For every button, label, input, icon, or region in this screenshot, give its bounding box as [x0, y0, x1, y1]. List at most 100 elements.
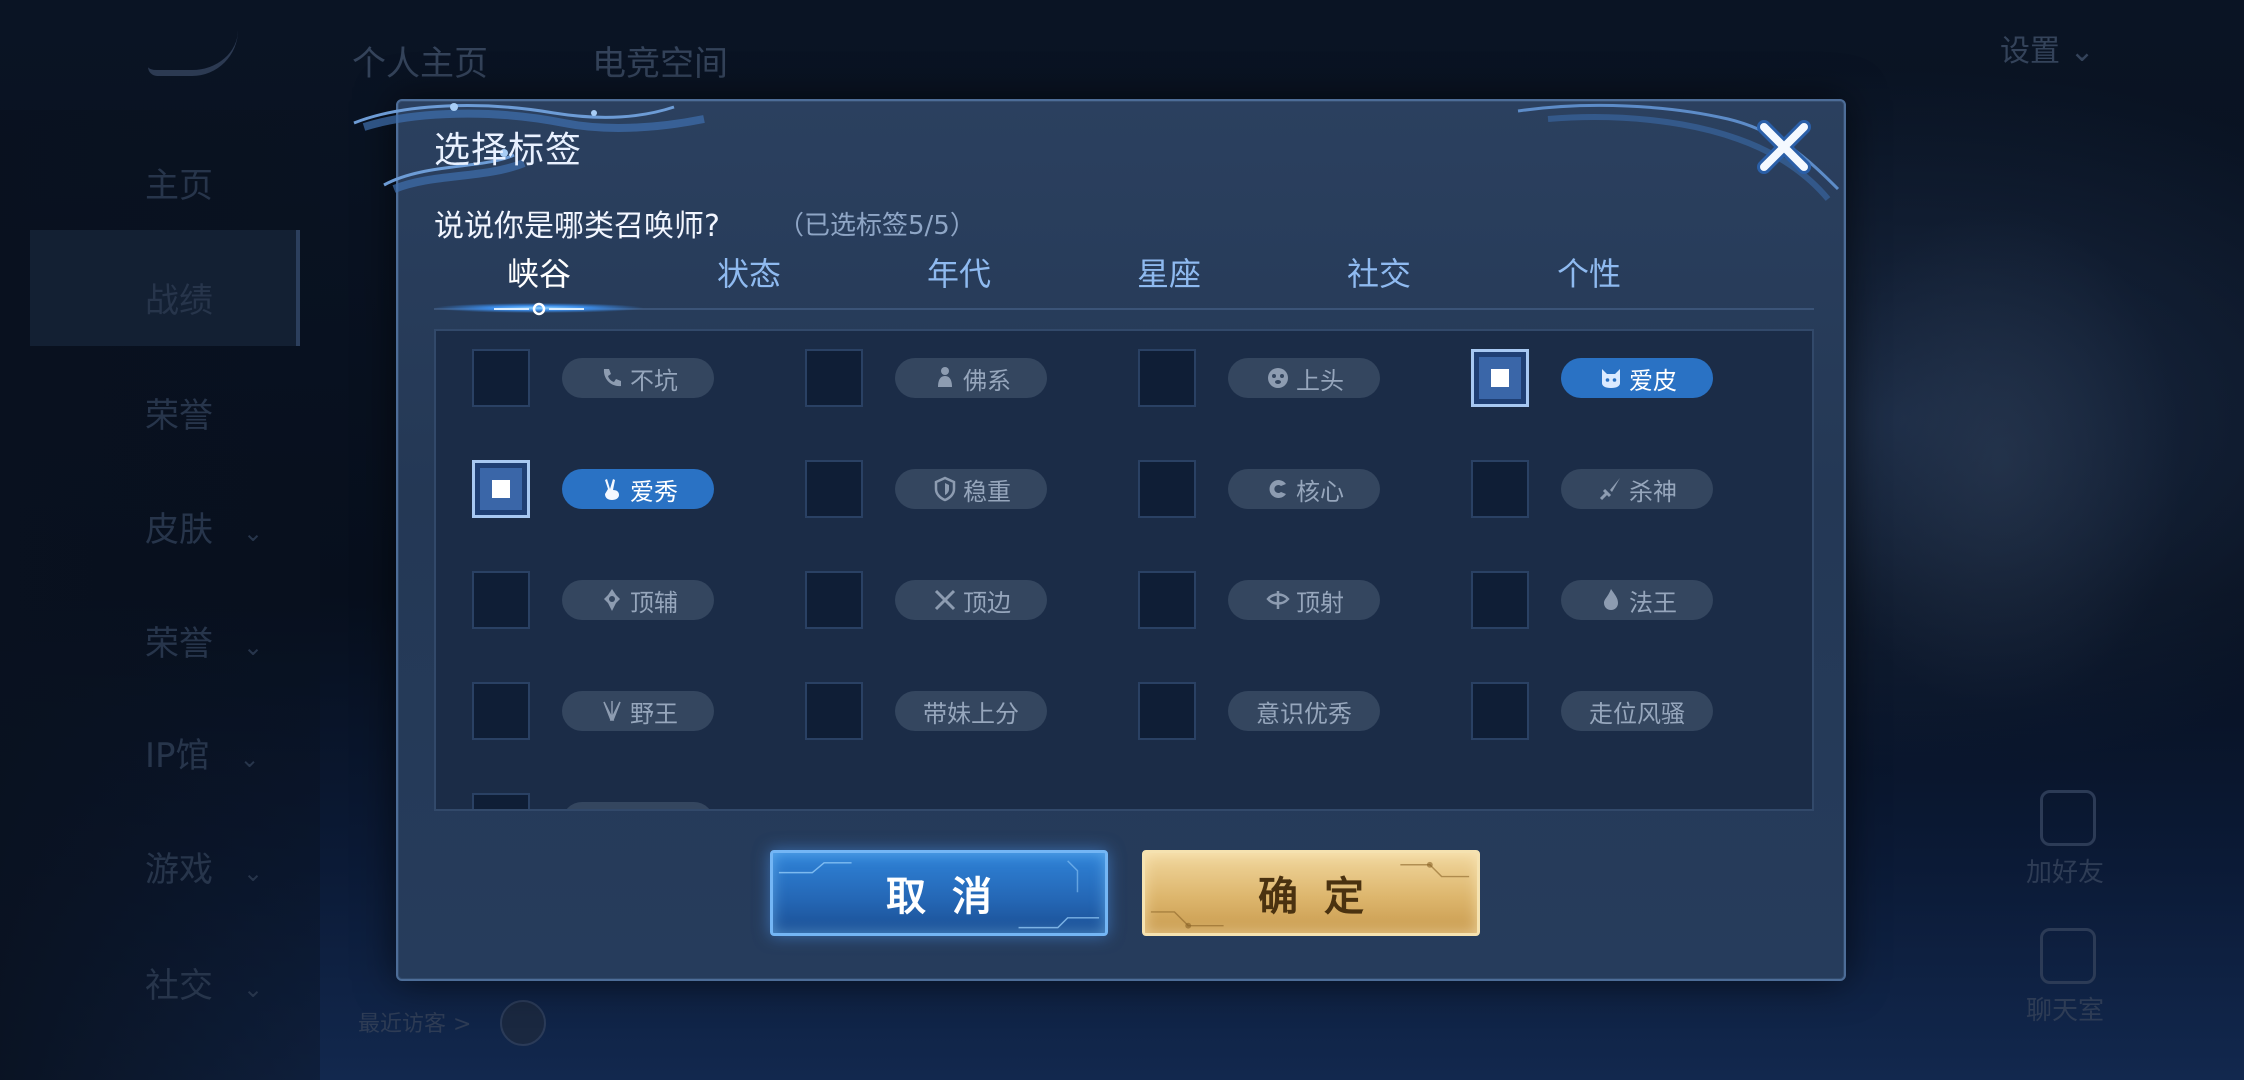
game-screen: 个人主页 电竞空间 设置 ⌄ 主页 战绩 荣誉 皮肤 ⌄ 荣誉 ⌄ IP馆 ⌄ 游戏 ⌄…: [0, 0, 2244, 1080]
tag-pill[interactable]: 顶射: [1228, 580, 1380, 620]
tag-pill[interactable]: [562, 802, 714, 809]
tab-status[interactable]: 状态: [644, 249, 854, 295]
tag-checkbox[interactable]: [1138, 460, 1196, 518]
tag-checkbox[interactable]: [1471, 460, 1529, 518]
bg-sidebar-item-8[interactable]: 社交 ⌄: [145, 958, 263, 1007]
avatar: [500, 1000, 546, 1046]
background-sidebar: [0, 110, 320, 1080]
bg-add-friend-label: 加好友: [2026, 858, 2105, 888]
bg-sidebar-item-4[interactable]: 皮肤 ⌄: [145, 502, 263, 551]
bg-nav-profile[interactable]: 个人主页: [352, 36, 488, 85]
tag-checkbox[interactable]: [805, 349, 863, 407]
tag-item: 顶射: [1120, 571, 1450, 629]
tag-grid: 不坑 佛系 上头 爱皮 爱秀 稳重 核心 杀神 顶辅 顶边 顶射 法王 野王 带…: [434, 329, 1814, 811]
tag-item: 爱秀: [454, 460, 784, 518]
cancel-label: 取消: [886, 874, 1018, 920]
tag-label: 走位风骚: [1589, 699, 1685, 728]
tag-checkbox[interactable]: [805, 682, 863, 740]
tag-checkbox[interactable]: [472, 682, 530, 740]
tag-label: 顶辅: [630, 588, 678, 617]
tag-label: 不坑: [630, 366, 678, 395]
tab-era[interactable]: 年代: [854, 249, 1064, 295]
victory-hand-icon: [598, 475, 626, 503]
tag-checkbox[interactable]: [1471, 682, 1529, 740]
bg-settings-button[interactable]: 设置 ⌄: [2000, 26, 2095, 70]
confirm-label: 确定: [1258, 874, 1390, 920]
crossed-swords-icon: [931, 586, 959, 614]
chat-room-icon[interactable]: [2040, 928, 2096, 984]
tag-pill[interactable]: 核心: [1228, 469, 1380, 509]
tag-pill[interactable]: 带妹上分: [895, 691, 1047, 731]
tab-zodiac[interactable]: 星座: [1064, 249, 1274, 295]
tag-pill[interactable]: 法王: [1561, 580, 1713, 620]
tag-item: 意识优秀: [1120, 682, 1450, 740]
tag-label: 顶射: [1296, 588, 1344, 617]
buddha-icon: [931, 364, 959, 392]
selected-count: （已选标签5/5）: [778, 211, 976, 241]
bg-recent-visitors[interactable]: 最近访客 >: [358, 1006, 471, 1038]
tag-pill[interactable]: 顶辅: [562, 580, 714, 620]
bg-sidebar-item-7[interactable]: 游戏 ⌄: [145, 842, 263, 891]
tag-pill[interactable]: 上头: [1228, 358, 1380, 398]
dizzy-face-icon: [1264, 364, 1292, 392]
chevron-down-icon: ⌄: [243, 633, 264, 661]
tag-checkbox[interactable]: [472, 571, 530, 629]
tag-label: 稳重: [963, 477, 1011, 506]
bg-sidebar-item-3[interactable]: 荣誉: [145, 388, 213, 437]
tag-item: 上头: [1120, 349, 1450, 407]
tag-pill[interactable]: 走位风骚: [1561, 691, 1713, 731]
tag-pill[interactable]: 顶边: [895, 580, 1047, 620]
chevron-down-icon: ⌄: [239, 745, 260, 773]
bg-sidebar-label: 主页: [145, 166, 213, 206]
tag-pill[interactable]: 爱秀: [562, 469, 714, 509]
tag-checkbox[interactable]: [472, 793, 530, 809]
bg-sidebar-item-6[interactable]: IP馆 ⌄: [145, 728, 260, 777]
blade-icon: [1597, 475, 1625, 503]
bg-sidebar-label: 社交: [145, 966, 213, 1006]
bg-sidebar-item-5[interactable]: 荣誉 ⌄: [145, 616, 263, 665]
tag-label: 杀神: [1629, 477, 1677, 506]
tag-label: 爱秀: [630, 477, 678, 506]
tag-item: [454, 793, 784, 809]
tag-label: 野王: [630, 699, 678, 728]
confirm-button[interactable]: 确定: [1142, 850, 1480, 936]
tag-item: 顶边: [787, 571, 1117, 629]
cat-face-icon: [1597, 364, 1625, 392]
phone-icon: [598, 364, 626, 392]
bg-sidebar-label: 荣誉: [145, 624, 213, 664]
tag-pill[interactable]: 不坑: [562, 358, 714, 398]
tag-label: 核心: [1296, 477, 1344, 506]
tag-checkbox[interactable]: [805, 460, 863, 518]
tag-checkbox[interactable]: [1138, 571, 1196, 629]
tag-label: 佛系: [963, 366, 1011, 395]
tab-social[interactable]: 社交: [1274, 249, 1484, 295]
bg-sidebar-label: 战绩: [145, 281, 213, 321]
summoner-prompt: 说说你是哪类召唤师?: [434, 209, 720, 244]
tag-pill[interactable]: 稳重: [895, 469, 1047, 509]
tag-pill[interactable]: 野王: [562, 691, 714, 731]
tag-pill[interactable]: 意识优秀: [1228, 691, 1380, 731]
bg-nav-esports[interactable]: 电竞空间: [592, 36, 728, 85]
tag-item: 带妹上分: [787, 682, 1117, 740]
tag-checkbox[interactable]: [472, 349, 530, 407]
close-icon[interactable]: [1752, 115, 1816, 179]
tag-checkbox[interactable]: [1138, 349, 1196, 407]
cancel-button[interactable]: 取消: [770, 850, 1108, 936]
tag-checkbox[interactable]: [1138, 682, 1196, 740]
add-friend-icon[interactable]: [2040, 790, 2096, 846]
bg-sidebar-item-1[interactable]: 主页: [145, 158, 213, 207]
tag-label: 意识优秀: [1256, 699, 1352, 728]
tab-personality[interactable]: 个性: [1484, 249, 1694, 295]
tag-checkbox[interactable]: [1471, 349, 1529, 407]
tag-checkbox[interactable]: [472, 460, 530, 518]
tab-canyon[interactable]: 峡谷: [434, 249, 644, 295]
tag-checkbox[interactable]: [1471, 571, 1529, 629]
tag-pill[interactable]: 爱皮: [1561, 358, 1713, 398]
tag-pill[interactable]: 佛系: [895, 358, 1047, 398]
tag-checkbox[interactable]: [805, 571, 863, 629]
tag-item: 顶辅: [454, 571, 784, 629]
bg-sidebar-item-2[interactable]: 战绩: [145, 273, 213, 322]
tag-item: 不坑: [454, 349, 784, 407]
tag-pill[interactable]: 杀神: [1561, 469, 1713, 509]
bg-sidebar-label: IP馆: [145, 736, 210, 776]
